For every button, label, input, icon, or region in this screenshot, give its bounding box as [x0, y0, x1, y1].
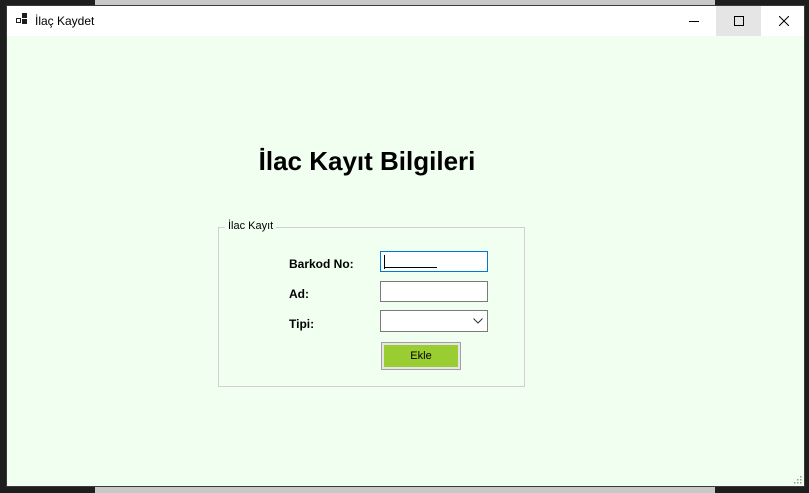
minimize-icon: [688, 21, 699, 22]
resize-grip-icon[interactable]: [794, 476, 802, 484]
chevron-down-icon: [471, 313, 485, 328]
close-button[interactable]: [761, 6, 806, 36]
name-label: Ad:: [289, 287, 309, 301]
barcode-input[interactable]: [380, 251, 488, 272]
page-title: İlac Kayıt Bilgileri: [258, 146, 476, 176]
app-window: İlaç Kaydet İlac Kayıt Bilgileri İlac Ka…: [6, 5, 805, 487]
medicine-group-box: İlac Kayıt Barkod No: Ad: Tipi: Ekle: [218, 220, 525, 387]
type-combobox[interactable]: [380, 310, 488, 332]
add-button-frame: Ekle: [381, 342, 461, 370]
type-label: Tipi:: [289, 317, 315, 331]
title-bar[interactable]: İlaç Kaydet: [7, 6, 804, 36]
text-underline: [385, 267, 437, 268]
name-input[interactable]: [380, 281, 488, 302]
maximize-icon: [733, 16, 744, 26]
group-title: İlac Kayıt: [225, 220, 277, 232]
background-window-edge: [95, 487, 715, 493]
add-button[interactable]: Ekle: [384, 345, 458, 367]
maximize-button[interactable]: [716, 6, 761, 36]
app-icon: [16, 13, 30, 27]
minimize-button[interactable]: [671, 6, 716, 36]
barcode-label: Barkod No:: [289, 257, 354, 271]
window-title: İlaç Kaydet: [35, 14, 95, 28]
close-icon: [778, 16, 789, 26]
